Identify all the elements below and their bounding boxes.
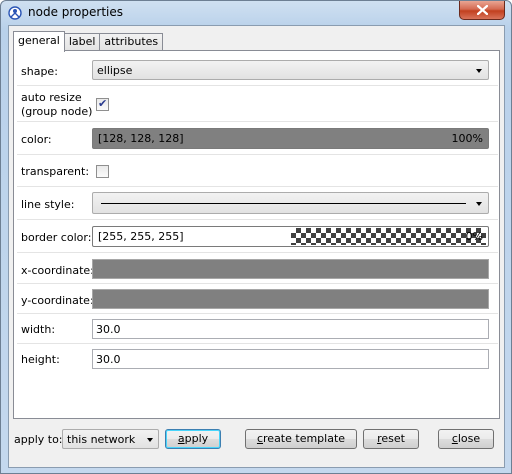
apply-to-label: apply to: (14, 433, 63, 446)
row-divider (17, 219, 498, 220)
apply-mnemonic: a (177, 432, 185, 445)
transparent-checkbox[interactable] (96, 165, 109, 178)
row-divider (17, 186, 498, 187)
row-divider (17, 252, 498, 253)
tab-general[interactable]: general (13, 31, 65, 52)
close-icon (476, 5, 488, 15)
border-color-label: border color: (21, 231, 92, 244)
y-coordinate-label: y-coordinate: (21, 294, 94, 307)
chevron-down-icon (476, 69, 482, 73)
transparency-checker (291, 228, 486, 245)
apply-to-value: this network (67, 433, 136, 446)
y-coordinate-field (92, 289, 489, 309)
shape-select[interactable]: ellipse (92, 60, 489, 80)
reset-button[interactable]: reset (363, 429, 419, 449)
row-divider (17, 313, 498, 314)
border-color-picker[interactable]: [255, 255, 255] 0% (92, 226, 489, 247)
node-app-icon (8, 6, 22, 20)
reset-label: eset (381, 432, 405, 445)
node-properties-window: node properties general label attributes… (0, 0, 512, 474)
x-coordinate-label: x-coordinate: (21, 264, 94, 277)
apply-label: pply (184, 432, 209, 445)
apply-to-select[interactable]: this network (62, 429, 159, 449)
close-label: lose (457, 432, 481, 445)
window-title: node properties (28, 5, 123, 19)
line-style-select[interactable] (92, 192, 489, 214)
row-divider (17, 283, 498, 284)
title-bar: node properties (1, 1, 511, 25)
line-style-label: line style: (21, 198, 75, 211)
color-picker[interactable]: [128, 128, 128] 100% (92, 128, 489, 149)
tab-label[interactable]: label (63, 33, 101, 51)
apply-button[interactable]: apply (165, 429, 221, 449)
chevron-down-icon (476, 202, 482, 206)
height-input[interactable]: 30.0 (92, 349, 489, 369)
border-color-value: [255, 255, 255] (98, 230, 184, 243)
row-divider (17, 85, 498, 86)
chevron-down-icon (147, 438, 153, 442)
tab-attributes[interactable]: attributes (99, 33, 164, 51)
create-template-label: reate template (263, 432, 346, 445)
width-input[interactable]: 30.0 (92, 319, 489, 339)
auto-resize-checkbox[interactable]: ✔ (96, 97, 109, 111)
color-value: [128, 128, 128] (98, 132, 184, 145)
solid-line-preview (101, 203, 466, 204)
window-close-button[interactable] (459, 1, 505, 20)
general-panel: shape: ellipse auto resize (group node) … (13, 50, 500, 419)
create-template-button[interactable]: create template (245, 429, 357, 449)
color-opacity: 100% (451, 132, 483, 145)
close-button[interactable]: close (438, 429, 494, 449)
tab-bar: general label attributes (13, 31, 164, 52)
row-divider (17, 343, 498, 344)
checkmark-icon: ✔ (98, 97, 108, 110)
width-value: 30.0 (96, 323, 121, 336)
auto-resize-label-line1: auto resize (21, 91, 82, 104)
auto-resize-label-line2: (group node) (21, 105, 93, 118)
height-value: 30.0 (96, 353, 121, 366)
row-divider (17, 154, 498, 155)
border-color-opacity: 0% (465, 230, 483, 243)
shape-label: shape: (21, 65, 58, 78)
height-label: height: (21, 353, 60, 366)
transparent-label: transparent: (21, 165, 90, 178)
color-label: color: (21, 133, 52, 146)
x-coordinate-field (92, 259, 489, 279)
shape-value: ellipse (97, 64, 133, 77)
width-label: width: (21, 323, 56, 336)
row-divider (17, 121, 498, 122)
dialog-client: general label attributes shape: ellipse … (8, 25, 505, 468)
